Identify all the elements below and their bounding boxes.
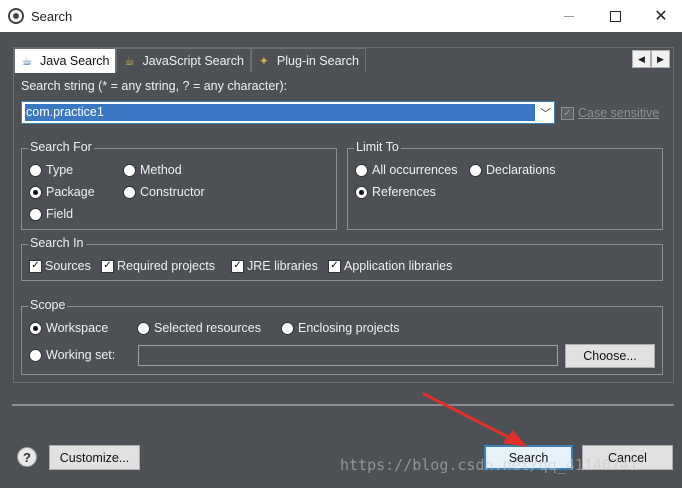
scope-title: Scope [28, 298, 68, 312]
radio-method[interactable]: Method [123, 163, 182, 177]
radio-working-set[interactable]: Working set: [29, 348, 115, 362]
choose-label: Choose... [583, 349, 637, 363]
radio-icon [137, 321, 150, 335]
checkbox-checked-icon: ✓ [101, 259, 114, 273]
close-icon: ✕ [654, 8, 668, 25]
close-button[interactable]: ✕ [638, 0, 682, 32]
radio-label: Enclosing projects [298, 321, 400, 335]
radio-label: Field [46, 207, 74, 221]
chevron-right-icon: ▶ [657, 53, 664, 64]
radio-icon [355, 163, 368, 177]
chevron-left-icon: ◀ [638, 53, 645, 64]
checkbox-checked-icon: ✓ [231, 259, 244, 273]
search-string-input[interactable]: com.practice1 [25, 104, 535, 121]
eclipse-icon [8, 8, 24, 24]
radio-enclosing-projects[interactable]: Enclosing projects [281, 321, 399, 335]
radio-all-occurrences[interactable]: All occurrences [355, 163, 457, 177]
checkbox-application-libraries[interactable]: ✓ Application libraries [328, 259, 452, 273]
radio-icon [29, 163, 42, 177]
plugin-search-icon: ✦ [258, 53, 269, 68]
footer-separator [12, 404, 674, 406]
checkbox-checked-icon: ✓ [29, 259, 42, 273]
checkbox-label: Required projects [117, 259, 215, 273]
radio-icon [29, 207, 42, 221]
radio-label: References [372, 185, 436, 199]
checkbox-sources[interactable]: ✓ Sources [29, 259, 91, 273]
help-icon: ? [23, 449, 31, 465]
tab-javascript-search[interactable]: ☕ JavaScript Search [116, 48, 251, 72]
customize-label: Customize... [59, 450, 130, 465]
tab-plugin-search[interactable]: ✦ Plug-in Search [250, 48, 366, 72]
radio-label: Method [140, 163, 182, 177]
radio-label: Workspace [46, 321, 109, 335]
checkbox-jre-libraries[interactable]: ✓ JRE libraries [231, 259, 318, 273]
help-button[interactable]: ? [17, 447, 37, 467]
working-set-field[interactable] [138, 345, 558, 366]
minimize-icon [564, 15, 574, 17]
customize-button[interactable]: Customize... [49, 445, 140, 470]
checkbox-label: Application libraries [344, 259, 453, 273]
tab-java-search[interactable]: ☕ Java Search [14, 48, 117, 73]
radio-icon [469, 163, 482, 177]
title-bar: Search ✕ [0, 0, 682, 32]
radio-label: Type [46, 163, 74, 177]
radio-package[interactable]: Package [29, 185, 95, 199]
tab-label: Plug-in Search [276, 53, 359, 68]
radio-field[interactable]: Field [29, 207, 73, 221]
tab-label: Java Search [40, 54, 110, 68]
radio-icon [281, 321, 294, 335]
radio-constructor[interactable]: Constructor [123, 185, 205, 199]
radio-icon [123, 163, 136, 177]
search-for-title: Search For [28, 140, 94, 154]
maximize-icon [609, 10, 621, 22]
radio-selected-icon [355, 185, 368, 199]
case-sensitive-checkbox: ✓ Case sensitive [561, 106, 659, 120]
radio-label: Constructor [140, 185, 205, 199]
java-search-icon: ☕ [21, 54, 33, 68]
tab-strip: ☕ Java Search ☕ JavaScript Search ✦ Plug… [14, 48, 366, 73]
minimize-button[interactable] [546, 0, 592, 32]
radio-label: Working set: [46, 348, 116, 362]
case-sensitive-label: Case sensitive [578, 106, 660, 120]
javascript-search-icon: ☕ [124, 53, 135, 68]
radio-icon [123, 185, 136, 199]
limit-to-title: Limit To [354, 140, 401, 154]
tab-label: JavaScript Search [142, 53, 244, 68]
checkbox-icon: ✓ [561, 106, 574, 120]
radio-label: Declarations [486, 163, 556, 177]
radio-workspace[interactable]: Workspace [29, 321, 108, 335]
tab-scroll-right-button[interactable]: ▶ [651, 50, 670, 68]
watermark: https://blog.csdn.net/qq_41140741 [340, 456, 639, 474]
checkbox-label: Sources [45, 259, 91, 273]
radio-type[interactable]: Type [29, 163, 73, 177]
checkbox-label: JRE libraries [247, 259, 318, 273]
radio-icon [29, 348, 42, 362]
tab-scroll-arrows: ◀ ▶ [632, 50, 670, 68]
chevron-down-icon[interactable]: ﹀ [540, 105, 551, 121]
window-title: Search [31, 8, 73, 24]
radio-selected-icon [29, 321, 42, 335]
checkbox-required-projects[interactable]: ✓ Required projects [101, 259, 215, 273]
radio-label: Package [46, 185, 95, 199]
tab-scroll-left-button[interactable]: ◀ [632, 50, 651, 68]
radio-label: All occurrences [372, 163, 458, 177]
radio-selected-icon [29, 185, 42, 199]
search-string-label: Search string (* = any string, ? = any c… [21, 79, 288, 93]
radio-label: Selected resources [154, 321, 262, 335]
radio-selected-resources[interactable]: Selected resources [137, 321, 261, 335]
checkbox-checked-icon: ✓ [328, 259, 341, 273]
choose-button[interactable]: Choose... [565, 344, 655, 368]
search-string-combo[interactable]: com.practice1 ﹀ [21, 101, 555, 124]
radio-declarations[interactable]: Declarations [469, 163, 555, 177]
search-in-title: Search In [28, 236, 86, 250]
maximize-button[interactable] [592, 0, 638, 32]
radio-references[interactable]: References [355, 185, 436, 199]
